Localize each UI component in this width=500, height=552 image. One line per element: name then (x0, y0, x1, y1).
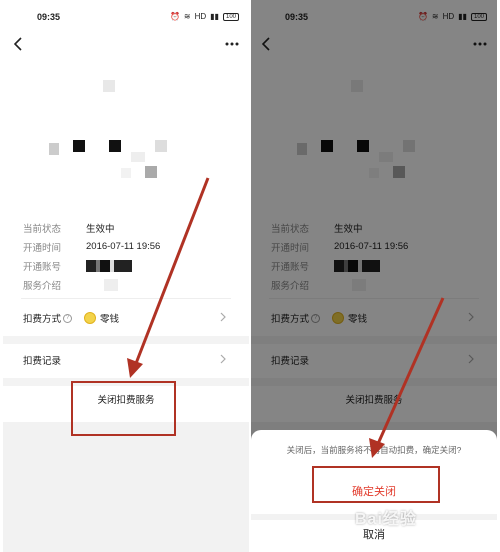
baidu-watermark: Bai经验 (355, 511, 417, 528)
chevron-right-icon (219, 311, 229, 325)
annotation-box (312, 466, 440, 503)
payment-method: 零钱 (100, 314, 120, 325)
info-value: 2016-07-11 19:56 (86, 241, 161, 252)
service-info: 当前状态 生效中 开通时间 2016-07-11 19:56 开通账号 服务介绍 (23, 218, 223, 294)
chevron-right-icon (219, 353, 229, 367)
signal-icon: ▮▮ (210, 12, 219, 21)
masked-account (86, 259, 132, 272)
alarm-icon: ⏰ (169, 12, 180, 21)
sheet-message: 关闭后，当前服务将不再自动扣费，确定关闭? (286, 445, 462, 455)
status-time: 09:35 (37, 12, 61, 22)
info-label: 开通账号 (23, 261, 62, 273)
status-bar: 09:35 ⏰ ≋ HD ▮▮ 100 (3, 0, 249, 34)
divider (21, 298, 231, 299)
status-icons: ⏰ ≋ HD ▮▮ 100 (170, 12, 239, 21)
more-icon[interactable] (223, 34, 241, 54)
payment-label: 扣费方式 (23, 314, 62, 325)
hd-badge: HD (194, 12, 207, 21)
wifi-icon: ≋ (183, 12, 191, 21)
info-row-account: 开通账号 (23, 256, 223, 275)
pixelated-logo (43, 80, 193, 190)
masked-intro (104, 278, 118, 291)
screen-service-detail: 09:35 ⏰ ≋ HD ▮▮ 100 当前状态 生效中 开通时间 2016-0… (3, 0, 249, 552)
annotation-box (71, 381, 176, 436)
info-value: 生效中 (86, 223, 115, 235)
info-label: 开通时间 (23, 242, 62, 254)
screen-confirm-dialog: 09:35 ⏰ ≋ HD ▮▮ 100 当前状态 生效中 开通时间 2016-0… (251, 0, 497, 552)
nav-bar (3, 30, 249, 58)
records-label: 扣费记录 (23, 356, 62, 367)
info-label: 当前状态 (23, 223, 62, 235)
section-gap (3, 336, 249, 344)
coin-icon (84, 312, 97, 324)
info-row-status: 当前状态 生效中 (23, 218, 223, 237)
billing-records-row[interactable]: 扣费记录 (23, 349, 233, 371)
info-label: 服务介绍 (23, 280, 62, 292)
info-row-time: 开通时间 2016-07-11 19:56 (23, 237, 223, 256)
bottom-area (3, 422, 249, 552)
battery-icon: 100 (223, 12, 239, 21)
back-icon[interactable] (11, 34, 25, 54)
payment-method-row[interactable]: 扣费方式 ? 零钱 (23, 307, 233, 329)
info-row-intro: 服务介绍 (23, 275, 223, 294)
help-icon[interactable]: ? (63, 313, 73, 323)
